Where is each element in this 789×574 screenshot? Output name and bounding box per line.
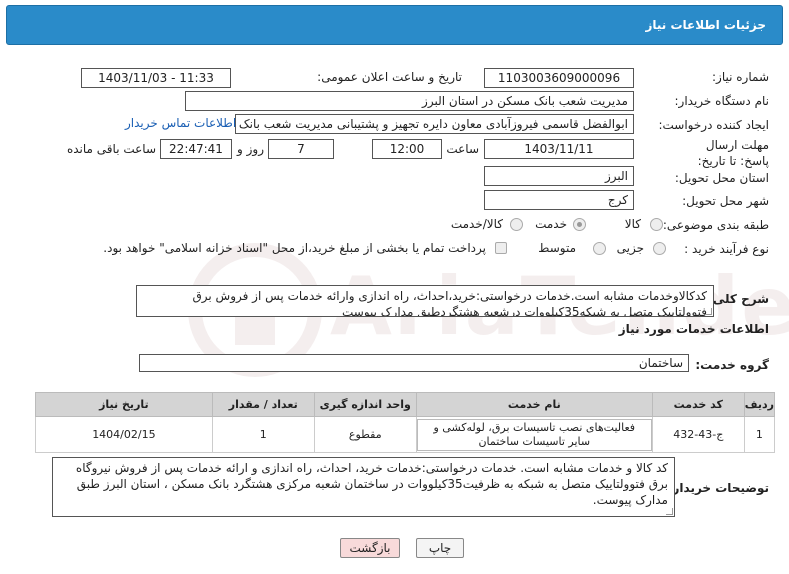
need-number-field[interactable]: 1103003609000096 (484, 68, 634, 88)
province-label: استان محل تحویل: (674, 171, 769, 185)
cell-code: ج-43-432 (651, 416, 745, 453)
announce-date-field[interactable]: 1403/11/03 - 11:33 (81, 68, 231, 88)
summary-text: کدکالاوخدمات مشابه است.خدمات درخواستی:خر… (192, 289, 707, 317)
services-section-title: اطلاعات خدمات مورد نیاز (618, 322, 769, 336)
buyer-org-label: نام دستگاه خریدار: (674, 94, 770, 108)
announce-label: تاریخ و ساعت اعلان عمومی: (317, 70, 462, 84)
back-button[interactable]: بازگشت (340, 538, 400, 558)
table-row[interactable]: 1 ج-43-432 فعالیت‌های نصب تاسیسات برق، ل… (35, 416, 776, 453)
buyer-notes-textarea[interactable]: کد کالا و خدمات مشابه است. خدمات درخواست… (52, 457, 675, 517)
treasury-payment-checkbox[interactable] (495, 242, 507, 254)
buyer-org-field[interactable]: مدیریت شعب بانک مسکن در استان البرز (185, 91, 634, 111)
col-name: نام خدمت (415, 392, 653, 417)
creator-label: ایجاد کننده درخواست: (658, 118, 769, 132)
category-radio-service[interactable] (573, 218, 586, 231)
deadline-time-label: ساعت (446, 142, 479, 156)
page-header: جزئیات اطلاعات نیاز (6, 5, 783, 45)
category-option-goods: کالا (624, 217, 641, 231)
cell-qty: 1 (211, 416, 315, 453)
col-qty: تعداد / مقدار (211, 392, 315, 417)
table-header-row: ردیف کد خدمت نام خدمت واحد اندازه گیری ت… (35, 392, 776, 417)
process-option-minor: جزیی (616, 241, 644, 255)
col-unit: واحد اندازه گیری (313, 392, 417, 417)
creator-field[interactable]: ابوالفضل قاسمی فیروزآبادی معاون دایره تج… (235, 114, 634, 134)
category-radio-goods-service[interactable] (510, 218, 523, 231)
summary-textarea[interactable]: کدکالاوخدمات مشابه است.خدمات درخواستی:خر… (136, 285, 714, 317)
col-date: تاریخ نیاز (35, 392, 213, 417)
process-radio-minor[interactable] (653, 242, 666, 255)
need-number-label: شماره نیاز: (712, 70, 769, 84)
resize-handle-icon[interactable] (705, 308, 712, 315)
category-option-goods-service: کالا/خدمت (450, 217, 503, 231)
process-label: نوع فرآیند خرید : (684, 242, 769, 256)
cell-row: 1 (743, 416, 776, 453)
service-group-label: گروه خدمت: (695, 358, 769, 372)
services-table: ردیف کد خدمت نام خدمت واحد اندازه گیری ت… (35, 392, 776, 453)
service-group-field[interactable]: ساختمان (139, 354, 689, 372)
process-radio-medium[interactable] (593, 242, 606, 255)
days-field[interactable]: 7 (268, 139, 334, 159)
buyer-notes-text: کد کالا و خدمات مشابه است. خدمات درخواست… (75, 461, 668, 507)
deadline-time-field[interactable]: 12:00 (372, 139, 442, 159)
print-button[interactable]: چاپ (416, 538, 464, 558)
days-label: روز و (237, 142, 264, 156)
cell-name: فعالیت‌های نصب تاسیسات برق، لوله‌کشی و س… (415, 416, 653, 453)
resize-handle-icon[interactable] (666, 508, 673, 515)
category-label: طبقه بندی موضوعی: (662, 218, 769, 232)
treasury-payment-note: پرداخت تمام یا بخشی از مبلغ خرید،از محل … (103, 241, 486, 255)
province-field[interactable]: البرز (484, 166, 634, 186)
remaining-time-field[interactable]: 22:47:41 (160, 139, 232, 159)
category-option-service: خدمت (535, 217, 567, 231)
category-radio-goods[interactable] (650, 218, 663, 231)
col-code: کد خدمت (651, 392, 745, 417)
cell-date: 1404/02/15 (35, 416, 213, 453)
cell-unit: مقطوع (313, 416, 417, 453)
process-option-medium: متوسط (538, 241, 576, 255)
city-label: شهر محل تحویل: (682, 194, 769, 208)
buyer-contact-link[interactable]: اطلاعات تماس خریدار (125, 116, 236, 130)
city-field[interactable]: کرج (484, 190, 634, 210)
page-title: جزئیات اطلاعات نیاز (645, 18, 766, 32)
deadline-date-field[interactable]: 1403/11/11 (484, 139, 634, 159)
cell-name-text: فعالیت‌های نصب تاسیسات برق، لوله‌کشی و س… (416, 418, 652, 451)
col-row: ردیف (743, 392, 776, 417)
remaining-label: ساعت باقی مانده (66, 142, 156, 156)
deadline-label: مهلت ارسال پاسخ: تا تاریخ: (689, 137, 769, 169)
deadline-label-text: مهلت ارسال پاسخ: تا تاریخ: (697, 138, 769, 168)
buyer-notes-label: توضیحات خریدار: (667, 481, 769, 495)
